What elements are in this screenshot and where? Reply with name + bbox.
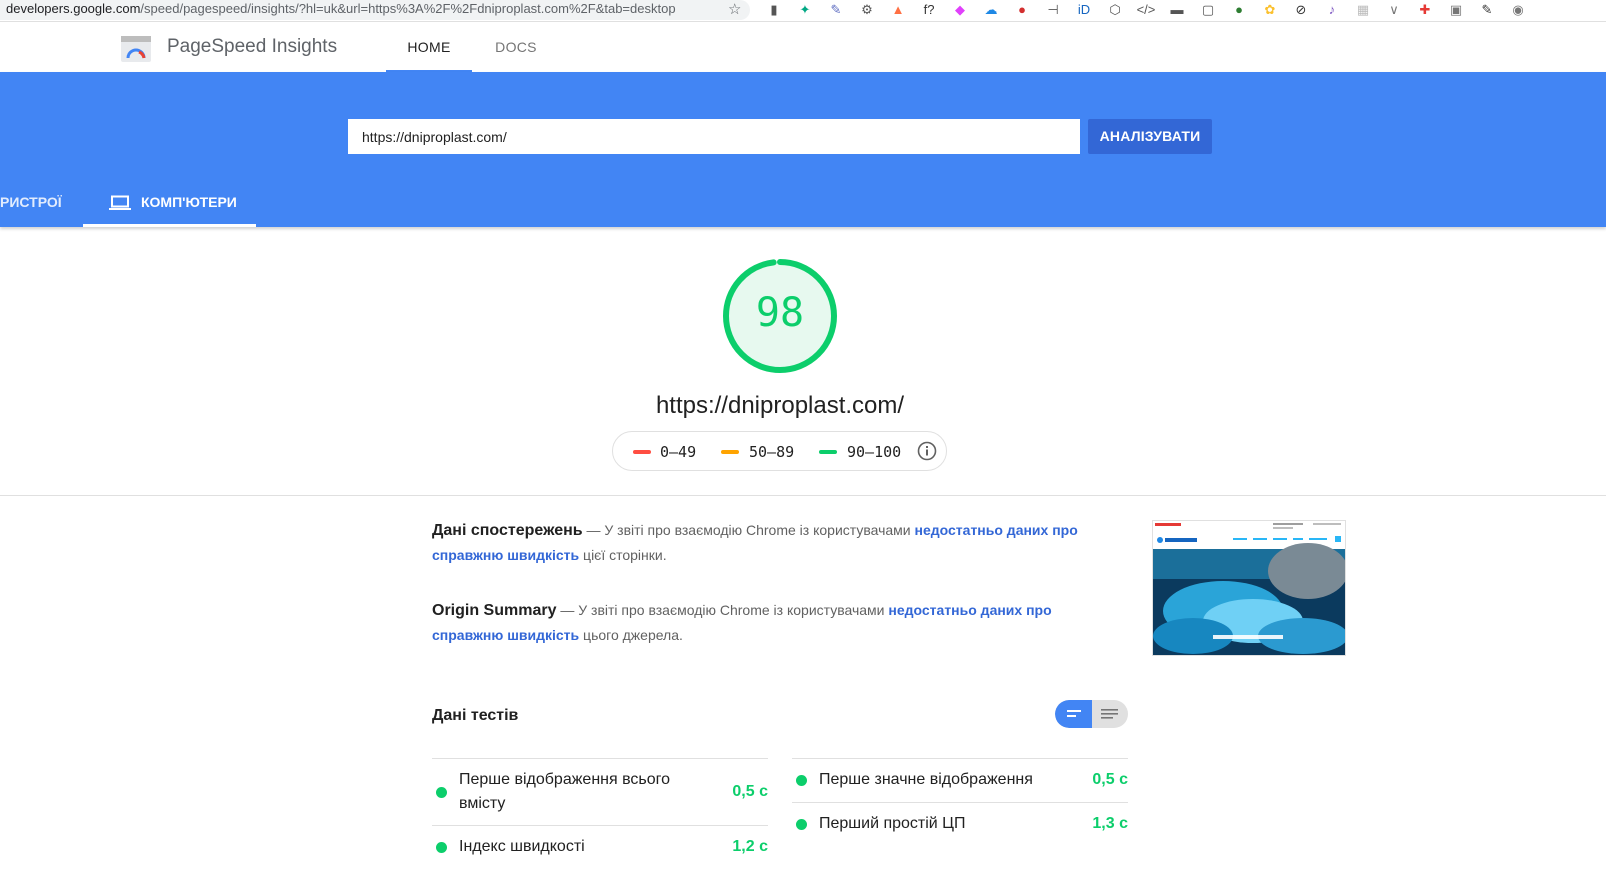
extension-icon[interactable]: ◆ [950, 1, 970, 19]
tab-docs[interactable]: DOCS [472, 22, 560, 72]
origin-summary-section: Origin Summary — У звіті про взаємодію C… [432, 598, 1092, 648]
extension-icon[interactable]: ● [1229, 1, 1249, 19]
extension-icon[interactable]: ✚ [1415, 1, 1435, 19]
section-divider [0, 495, 1606, 496]
address-url: developers.google.com/speed/pagespeed/in… [6, 1, 676, 16]
metric-speed-index: Індекс швидкості 1,2 с [432, 826, 768, 870]
metrics-view-toggle[interactable] [1055, 700, 1128, 728]
extension-icon[interactable]: ✎ [826, 1, 846, 19]
extension-icon[interactable]: ⊘ [1291, 1, 1311, 19]
field-data-suffix: цієї сторінки. [579, 547, 667, 563]
search-band: АНАЛІЗУВАТИ РИСТРОЇ КОМП'ЮТЕРИ [0, 72, 1606, 227]
extension-icon[interactable]: ▬ [1167, 1, 1187, 19]
legend-average-marker [721, 450, 739, 454]
tab-mobile[interactable]: РИСТРОЇ [0, 182, 80, 227]
metric-label: Перший простій ЦП [819, 815, 966, 832]
extension-icon[interactable]: ▲ [888, 1, 908, 19]
metric-pass-dot [796, 775, 807, 786]
origin-summary-title: Origin Summary [432, 602, 557, 619]
extension-icon[interactable]: ☁ [981, 1, 1001, 19]
compact-view-button[interactable] [1055, 700, 1092, 728]
extension-icon[interactable]: ▦ [1353, 1, 1373, 19]
score-legend: 0–49 50–89 90–100 [612, 431, 947, 471]
bookmark-star-icon[interactable]: ☆ [728, 0, 741, 18]
extension-icon[interactable]: ⊣ [1043, 1, 1063, 19]
origin-summary-text: — У звіті про взаємодію Chrome із корист… [556, 602, 889, 618]
analyzed-url: https://dniproplast.com/ [655, 392, 905, 419]
extension-icon[interactable]: ◉ [1508, 1, 1528, 19]
tab-desktop[interactable]: КОМП'ЮТЕРИ [83, 182, 256, 227]
page-screenshot-thumbnail [1152, 520, 1346, 656]
metric-value: 0,5 с [732, 783, 768, 800]
extensions-bar: ▮ ✦ ✎ ⚙ ▲ f? ◆ ☁ ● ⊣ iD ⬡ </> ▬ ▢ ● ✿ ⊘ ♪ ▦ ∨ ✚ ▣ ✎ ◉ [764, 1, 1528, 19]
info-icon[interactable] [917, 441, 937, 461]
address-bar[interactable]: developers.google.com/speed/pagespeed/in… [0, 0, 750, 20]
extension-icon[interactable]: ✎ [1477, 1, 1497, 19]
extension-icon[interactable]: ⬡ [1105, 1, 1125, 19]
metric-label: Перше значне відображення [819, 771, 1033, 788]
url-input[interactable] [348, 119, 1080, 154]
metric-pass-dot [796, 819, 807, 830]
extension-icon[interactable]: ✦ [795, 1, 815, 19]
metric-value: 0,5 с [1092, 771, 1128, 788]
performance-score: 98 [755, 290, 805, 336]
metric-value: 1,3 с [1092, 815, 1128, 832]
legend-pass-range: 90–100 [847, 443, 902, 461]
expanded-view-button[interactable] [1092, 700, 1128, 728]
extension-icon[interactable]: </> [1136, 1, 1156, 19]
extension-icon[interactable]: ∨ [1384, 1, 1404, 19]
tab-desktop-label: КОМП'ЮТЕРИ [141, 194, 237, 210]
metric-value: 1,2 с [732, 838, 768, 855]
metric-first-meaningful-paint: Перше значне відображення 0,5 с [792, 759, 1128, 803]
metric-label: Індекс швидкості [459, 838, 585, 855]
legend-fail-marker [633, 450, 651, 454]
extension-icon[interactable]: ▢ [1198, 1, 1218, 19]
metric-pass-dot [436, 787, 447, 798]
lab-data-title: Дані тестів [432, 707, 519, 724]
legend-average-range: 50–89 [749, 443, 795, 461]
extension-icon[interactable]: ♪ [1322, 1, 1342, 19]
site-title[interactable]: PageSpeed Insights [167, 36, 337, 58]
field-data-section: Дані спостережень — У звіті про взаємоді… [432, 518, 1092, 568]
browser-toolbar: developers.google.com/speed/pagespeed/in… [0, 0, 1606, 22]
origin-summary-suffix: цього джерела. [579, 627, 683, 643]
metric-label: Перше відображення всього вмісту [459, 771, 671, 812]
tab-home[interactable]: HOME [386, 22, 472, 72]
extension-icon[interactable]: iD [1074, 1, 1094, 19]
extension-icon[interactable]: ✿ [1260, 1, 1280, 19]
metric-pass-dot [436, 842, 447, 853]
analyze-button[interactable]: АНАЛІЗУВАТИ [1088, 119, 1212, 154]
field-data-text: — У звіті про взаємодію Chrome із корист… [582, 522, 915, 538]
metric-first-cpu-idle: Перший простій ЦП 1,3 с [792, 803, 1128, 847]
extension-icon[interactable]: ● [1012, 1, 1032, 19]
metric-first-contentful-paint: Перше відображення всього вмісту 0,5 с [432, 759, 768, 826]
extension-icon[interactable]: ▮ [764, 1, 784, 19]
extension-icon[interactable]: f? [919, 1, 939, 19]
extension-icon[interactable]: ▣ [1446, 1, 1466, 19]
pagespeed-logo-icon [121, 36, 151, 62]
extension-icon[interactable]: ⚙ [857, 1, 877, 19]
site-header: PageSpeed Insights HOME DOCS [0, 22, 1606, 72]
field-data-title: Дані спостережень [432, 522, 583, 539]
expanded-view-icon [1101, 709, 1118, 719]
legend-pass-marker [819, 450, 837, 454]
legend-fail-range: 0–49 [660, 443, 697, 461]
compact-view-icon [1067, 710, 1081, 717]
laptop-icon [109, 195, 131, 210]
screenshot-image [1153, 521, 1345, 655]
